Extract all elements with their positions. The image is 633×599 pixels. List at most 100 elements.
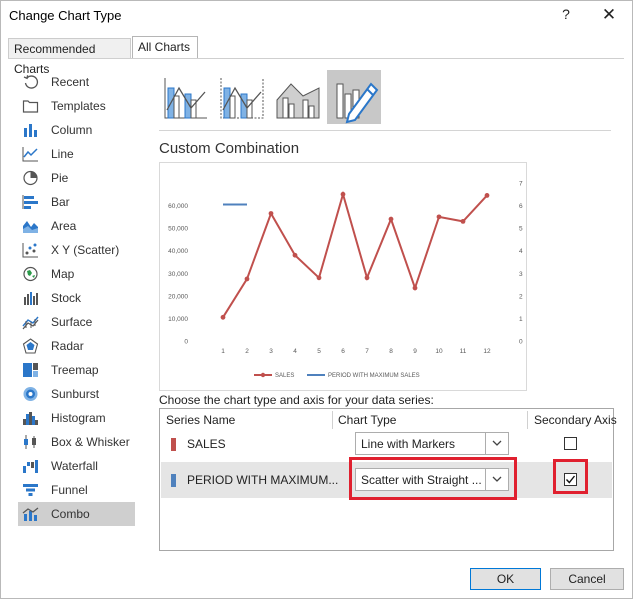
- series-color-swatch: [171, 474, 176, 487]
- y2-tick-label: 5: [519, 226, 523, 233]
- x-tick-label: 1: [221, 348, 225, 355]
- dialog-title: Change Chart Type: [9, 8, 122, 23]
- y2-tick-label: 6: [519, 203, 523, 210]
- y2-tick-label: 1: [519, 316, 523, 323]
- sidebar-item-label: Bar: [51, 195, 70, 209]
- y2-tick-label: 4: [519, 248, 523, 255]
- y2-tick-label: 3: [519, 271, 523, 278]
- sidebar-item-sunburst[interactable]: Sunburst: [18, 382, 135, 406]
- sidebar-item-label: Map: [51, 267, 75, 281]
- section-title: Custom Combination: [159, 140, 300, 157]
- sidebar-item-label: Recent: [51, 75, 90, 89]
- sidebar-item-funnel[interactable]: Funnel: [18, 478, 135, 502]
- x-tick-label: 12: [483, 348, 491, 355]
- sidebar-item-area[interactable]: Area: [18, 214, 135, 238]
- header-series-name: Series Name: [166, 413, 236, 427]
- data-point-sales: [388, 216, 394, 222]
- sidebar-item-label: Waterfall: [51, 459, 98, 473]
- sidebar-item-line[interactable]: Line: [18, 142, 135, 166]
- sidebar-item-radar[interactable]: Radar: [18, 334, 135, 358]
- line-chart-icon: [22, 147, 38, 162]
- chevron-down-icon[interactable]: [485, 433, 508, 454]
- waterfall-chart-icon: [23, 460, 38, 473]
- sidebar-item-recent[interactable]: Recent: [18, 70, 135, 94]
- sidebar-item-column[interactable]: Column: [18, 118, 135, 142]
- data-point-sales: [436, 214, 442, 220]
- highlight-box-chart-type: [349, 457, 517, 500]
- y-tick-label: 0: [184, 339, 188, 346]
- chart-preview-svg: 010,00020,00030,00040,00050,00060,000012…: [168, 181, 523, 380]
- x-tick-label: 2: [245, 348, 249, 355]
- chart-preview: 0 10,000 20,000 30,000 40,000 50,000 60,000 0 1 2…: [159, 162, 527, 391]
- legend-label-sales: SALES: [275, 373, 294, 379]
- radar-chart-icon: [22, 338, 39, 354]
- data-point-sales: [340, 191, 346, 197]
- stock-chart-icon: [24, 292, 38, 305]
- sidebar-item-waterfall[interactable]: Waterfall: [18, 454, 135, 478]
- choose-series-instruction: Choose the chart type and axis for your …: [159, 393, 434, 407]
- x-tick-label: 5: [317, 348, 321, 355]
- sidebar-item-label: Column: [51, 123, 93, 137]
- sidebar-item-treemap[interactable]: Treemap: [18, 358, 135, 382]
- secondary-axis-checkbox-sales[interactable]: [564, 437, 577, 450]
- close-button[interactable]: ✕: [599, 5, 619, 25]
- subtype-clustered-column-line[interactable]: [159, 70, 213, 124]
- tab-recommended-charts[interactable]: Recommended Charts: [8, 38, 131, 76]
- sidebar-item-label: Templates: [51, 99, 106, 113]
- box-whisker-chart-icon: [24, 435, 36, 449]
- subtype-clustered-column-line-secondary[interactable]: [215, 70, 269, 124]
- series-line-sales: [222, 190, 488, 318]
- sidebar-item-label: Stock: [51, 291, 82, 305]
- sidebar-item-box-whisker[interactable]: Box & Whisker: [18, 430, 135, 454]
- subtype-stacked-area-clustered-column[interactable]: [271, 70, 325, 124]
- sidebar-item-stock[interactable]: Stock: [18, 286, 135, 310]
- scatter-chart-icon: [22, 243, 38, 258]
- cancel-button[interactable]: Cancel: [550, 568, 624, 590]
- combo-chart-icon: [22, 507, 39, 521]
- map-chart-icon: [23, 266, 38, 282]
- y2-tick-label: 0: [519, 339, 523, 346]
- sidebar-item-label: Area: [51, 219, 77, 233]
- data-point-sales: [220, 314, 226, 320]
- data-point-sales: [244, 276, 250, 282]
- sidebar-item-label: Box & Whisker: [51, 435, 130, 449]
- sidebar-item-label: Sunburst: [51, 387, 100, 401]
- sidebar-item-surface[interactable]: Surface: [18, 310, 135, 334]
- sidebar-item-pie[interactable]: Pie: [18, 166, 135, 190]
- x-tick-label: 6: [341, 348, 345, 355]
- sidebar-item-histogram[interactable]: Histogram: [18, 406, 135, 430]
- data-point-sales: [268, 211, 274, 216]
- tab-all-charts[interactable]: All Charts: [132, 36, 198, 59]
- subtype-custom-combination[interactable]: [327, 70, 381, 124]
- chart-type-dropdown-sales[interactable]: Line with Markers: [355, 432, 509, 455]
- chart-subtype-gallery: [159, 70, 389, 126]
- data-point-sales: [460, 218, 466, 224]
- ok-button[interactable]: OK: [470, 568, 541, 590]
- legend-marker-sales: [260, 372, 266, 378]
- sidebar-item-label: Line: [51, 147, 74, 161]
- sidebar-item-label: Pie: [51, 171, 69, 185]
- sidebar-item-xy-scatter[interactable]: X Y (Scatter): [18, 238, 135, 262]
- y-tick-label: 30,000: [168, 271, 188, 278]
- section-divider: [159, 130, 611, 131]
- sidebar-item-map[interactable]: Map: [18, 262, 135, 286]
- data-point-sales: [484, 193, 490, 198]
- sidebar-item-label: Funnel: [51, 483, 88, 497]
- series-name: PERIOD WITH MAXIMUM...: [187, 473, 339, 487]
- x-tick-label: 11: [460, 348, 467, 355]
- sidebar-item-templates[interactable]: Templates: [18, 94, 135, 118]
- sidebar-item-label: Combo: [51, 507, 90, 521]
- data-point-sales: [316, 275, 322, 281]
- header-chart-type: Chart Type: [338, 413, 397, 427]
- stacked-area-clustered-column-icon: [276, 83, 320, 119]
- title-bar: Change Chart Type ? ✕: [1, 1, 632, 31]
- sidebar-item-label: Treemap: [51, 363, 99, 377]
- sidebar-item-label: Histogram: [51, 411, 106, 425]
- sidebar-item-combo[interactable]: Combo: [18, 502, 135, 526]
- x-tick-label: 8: [389, 348, 393, 355]
- sidebar-item-bar[interactable]: Bar: [18, 190, 135, 214]
- treemap-chart-icon: [23, 363, 38, 377]
- x-tick-label: 4: [293, 348, 297, 355]
- y-tick-label: 60,000: [168, 203, 188, 210]
- help-button[interactable]: ?: [557, 6, 575, 24]
